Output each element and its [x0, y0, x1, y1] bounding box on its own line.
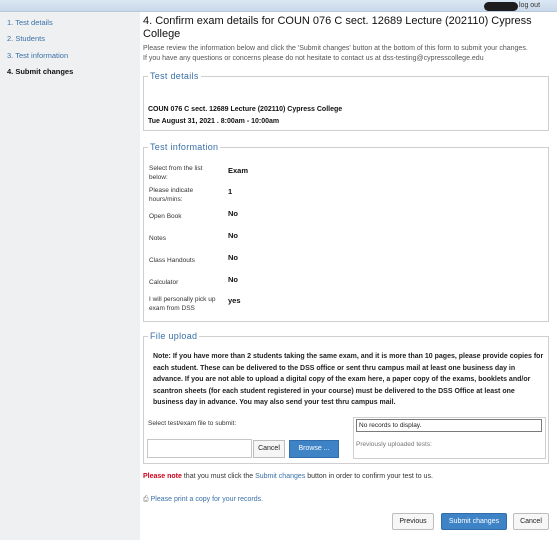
please-note-warning: Please note [143, 473, 182, 480]
print-copy-link[interactable]: ⎙ Please print a copy for your records. [143, 496, 263, 504]
class-handouts-value: No [228, 253, 238, 262]
course-line: COUN 076 C sect. 12689 Lecture (202110) … [148, 106, 343, 113]
sidebar-item-submit-changes[interactable]: 4. Submit changes [7, 67, 73, 76]
duration-value: 1 [228, 187, 233, 196]
duration-label: Please indicate hours/mins: [149, 187, 194, 203]
user-name-redacted [484, 2, 518, 11]
uploaded-tests-panel: No records to display. Previously upload… [353, 417, 546, 459]
sidebar-item-test-information[interactable]: 3. Test information [7, 51, 68, 60]
class-handouts-label: Class Handouts [149, 257, 195, 264]
test-type-value: Exam [228, 166, 249, 175]
top-bar: log out [0, 0, 557, 12]
file-name-field[interactable] [147, 439, 252, 458]
previous-button[interactable]: Previous [392, 513, 434, 530]
test-details-legend: Test details [148, 71, 201, 81]
pickup-value: yes [228, 296, 241, 305]
notes-value: No [228, 231, 238, 240]
please-note-middle: that you must click the [181, 473, 256, 480]
please-note-text: Please note that you must click the Subm… [143, 473, 433, 480]
cancel-button[interactable]: Cancel [513, 513, 549, 530]
sidebar-item-test-details[interactable]: 1. Test details [7, 18, 53, 27]
exam-date-line: Tue August 31, 2021 . 8:00am - 10:00am [148, 118, 280, 125]
logout-link[interactable]: log out [519, 2, 540, 9]
print-copy-label[interactable]: Please print a copy for your records. [151, 496, 263, 503]
open-book-value: No [228, 209, 238, 218]
please-note-end: button in order to confirm your test to … [305, 473, 433, 480]
file-upload-legend: File upload [148, 331, 200, 341]
intro-text-line-2: If you have any questions or concerns pl… [143, 55, 484, 62]
sidebar: 1. Test details 2. Students 3. Test info… [0, 12, 140, 540]
sidebar-item-students[interactable]: 2. Students [7, 34, 45, 43]
calculator-label: Calculator [149, 279, 179, 286]
submit-changes-button[interactable]: Submit changes [441, 513, 507, 530]
select-file-label: Select test/exam file to submit: [148, 420, 237, 427]
test-type-label: Select from the list below: [149, 165, 203, 181]
calculator-value: No [228, 275, 238, 284]
open-book-label: Open Book [149, 213, 182, 220]
page-title: 4. Confirm exam details for COUN 076 C s… [143, 15, 532, 40]
browse-button[interactable]: Browse ... [289, 440, 339, 458]
pickup-label: I will personally pick up exam from DSS [149, 296, 216, 312]
notes-label: Notes [149, 235, 166, 242]
previously-uploaded-label: Previously uploaded tests: [356, 441, 432, 448]
intro-text-line-1: Please review the information below and … [143, 45, 528, 52]
no-records-message: No records to display. [356, 419, 542, 432]
test-information-legend: Test information [148, 142, 221, 152]
printer-icon: ⎙ [143, 496, 149, 503]
upload-note: Note: If you have more than 2 students t… [153, 353, 544, 406]
cancel-file-button[interactable]: Cancel [253, 440, 285, 458]
submit-changes-link[interactable]: Submit changes [255, 473, 305, 480]
